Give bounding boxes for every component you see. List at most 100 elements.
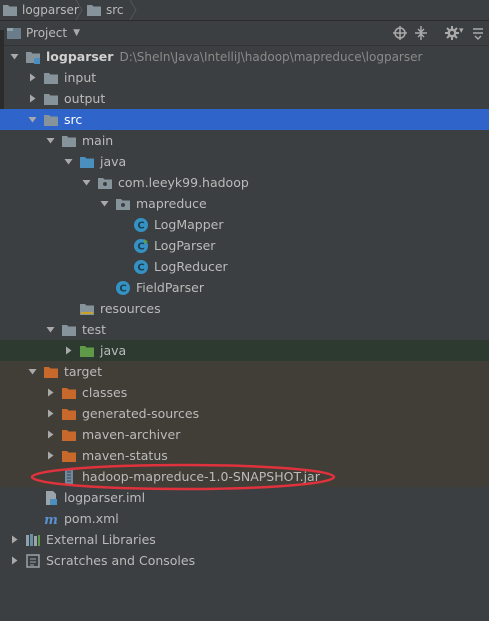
scratches-icon — [26, 553, 40, 568]
tree-label: pom.xml — [64, 511, 119, 526]
tree-row-jar[interactable]: hadoop-mapreduce-1.0-SNAPSHOT.jar — [0, 466, 489, 487]
tree-label: logparser — [46, 49, 114, 64]
tree-label: FieldParser — [136, 280, 204, 295]
tree-label: mapreduce — [136, 196, 207, 211]
folder-icon — [86, 2, 102, 18]
tree-row-resources[interactable]: resources — [0, 298, 489, 319]
collapsed-arrow-icon[interactable] — [28, 73, 37, 82]
breadcrumb-separator-icon — [75, 0, 83, 20]
tree-label: LogParser — [154, 238, 216, 253]
tree-row-fieldparser[interactable]: C FieldParser — [0, 277, 489, 298]
source-folder-icon — [79, 154, 95, 170]
tree-label: External Libraries — [46, 532, 156, 547]
tree-row-iml[interactable]: logparser.iml — [0, 487, 489, 508]
tree-row-external-libraries[interactable]: External Libraries — [0, 529, 489, 550]
expanded-arrow-icon[interactable] — [46, 325, 55, 334]
collapsed-arrow-icon[interactable] — [28, 94, 37, 103]
tree-row-logmapper[interactable]: C LogMapper — [0, 214, 489, 235]
tree-row-output[interactable]: output — [0, 88, 489, 109]
libraries-icon — [26, 533, 40, 546]
tree-label: classes — [82, 385, 128, 400]
tree-row-logreducer[interactable]: C LogReducer — [0, 256, 489, 277]
excluded-folder-icon — [61, 406, 77, 422]
tree-row-maven-status[interactable]: maven-status — [0, 445, 489, 466]
tree-label: maven-status — [82, 448, 168, 463]
chevron-down-icon: ▼ — [73, 28, 80, 38]
tree-label: src — [64, 112, 83, 127]
tree-row-test-java[interactable]: java — [0, 340, 489, 361]
class-icon: C — [134, 259, 148, 274]
collapse-all-button[interactable] — [412, 24, 430, 42]
breadcrumb-item-project[interactable]: logparser — [2, 2, 79, 18]
svg-text:C: C — [137, 241, 144, 252]
tree-row-logparser[interactable]: C LogParser — [0, 235, 489, 256]
tree-row-test[interactable]: test — [0, 319, 489, 340]
breadcrumb-item-src[interactable]: src — [86, 2, 124, 18]
module-folder-icon — [26, 51, 40, 64]
runnable-class-icon: C — [134, 238, 148, 253]
tree-row-main[interactable]: main — [0, 130, 489, 151]
svg-text:m: m — [44, 513, 58, 527]
tree-label: main — [82, 133, 114, 148]
expanded-arrow-icon[interactable] — [100, 199, 109, 208]
tree-label: Scratches and Consoles — [46, 553, 196, 568]
tree-label: logparser.iml — [64, 490, 146, 505]
tree-row-target[interactable]: target — [0, 361, 489, 382]
breadcrumb: logparser src — [0, 0, 489, 21]
tree-row-mapreduce[interactable]: mapreduce — [0, 193, 489, 214]
resources-folder-icon — [80, 303, 94, 315]
collapse-all-icon — [415, 26, 427, 40]
tree-label: LogReducer — [154, 259, 228, 274]
test-folder-icon — [79, 343, 95, 359]
expanded-arrow-icon[interactable] — [28, 367, 37, 376]
expanded-arrow-icon[interactable] — [82, 178, 91, 187]
tree-row-root[interactable]: logparser D:\SheIn\Java\IntelliJ\hadoop\… — [0, 46, 489, 67]
excluded-folder-icon — [61, 448, 77, 464]
tree-row-java[interactable]: java — [0, 151, 489, 172]
hide-panel-button[interactable] — [469, 24, 487, 42]
package-icon — [98, 177, 112, 189]
folder-icon — [43, 91, 59, 107]
collapsed-arrow-icon[interactable] — [10, 556, 19, 565]
locate-file-button[interactable] — [391, 24, 409, 42]
collapsed-arrow-icon[interactable] — [46, 430, 55, 439]
collapsed-arrow-icon[interactable] — [10, 535, 19, 544]
folder-icon — [43, 70, 59, 86]
project-view-icon — [7, 28, 21, 39]
module-path: D:\SheIn\Java\IntelliJ\hadoop\mapreduce\… — [119, 49, 423, 64]
collapsed-arrow-icon[interactable] — [46, 388, 55, 397]
tree-label: java — [100, 343, 127, 358]
tree-label: output — [64, 91, 106, 106]
tree-row-src[interactable]: src — [0, 109, 489, 130]
project-toolbar: Project ▼ ▾ — [0, 21, 489, 46]
tree-row-generated-sources[interactable]: generated-sources — [0, 403, 489, 424]
expanded-arrow-icon[interactable] — [46, 136, 55, 145]
tree-row-pom[interactable]: m pom.xml — [0, 508, 489, 529]
tree-label: hadoop-mapreduce-1.0-SNAPSHOT.jar — [82, 469, 320, 484]
chevron-down-icon[interactable]: ▾ — [459, 26, 464, 36]
folder-icon — [61, 322, 77, 338]
iml-file-icon — [46, 490, 57, 505]
collapsed-arrow-icon[interactable] — [46, 451, 55, 460]
maven-icon: m — [44, 513, 58, 527]
folder-icon — [61, 133, 77, 149]
tree-row-maven-archiver[interactable]: maven-archiver — [0, 424, 489, 445]
gear-icon — [445, 26, 459, 40]
tree-row-package[interactable]: com.leeyk99.hadoop — [0, 172, 489, 193]
tree-row-scratches[interactable]: Scratches and Consoles — [0, 550, 489, 571]
collapsed-arrow-icon[interactable] — [46, 409, 55, 418]
excluded-folder-icon — [61, 427, 77, 443]
expanded-arrow-icon[interactable] — [64, 157, 73, 166]
project-view-dropdown[interactable]: Project ▼ — [6, 25, 80, 41]
project-view-label: Project — [26, 26, 68, 40]
tree-row-classes[interactable]: classes — [0, 382, 489, 403]
tree-label: generated-sources — [82, 406, 200, 421]
expanded-arrow-icon[interactable] — [10, 52, 19, 61]
tree-label: resources — [100, 301, 161, 316]
excluded-folder-icon — [61, 385, 77, 401]
tree-label: com.leeyk99.hadoop — [118, 175, 249, 190]
collapsed-arrow-icon[interactable] — [64, 346, 73, 355]
hide-icon — [473, 28, 483, 40]
expanded-arrow-icon[interactable] — [28, 115, 37, 124]
tree-row-input[interactable]: input — [0, 67, 489, 88]
